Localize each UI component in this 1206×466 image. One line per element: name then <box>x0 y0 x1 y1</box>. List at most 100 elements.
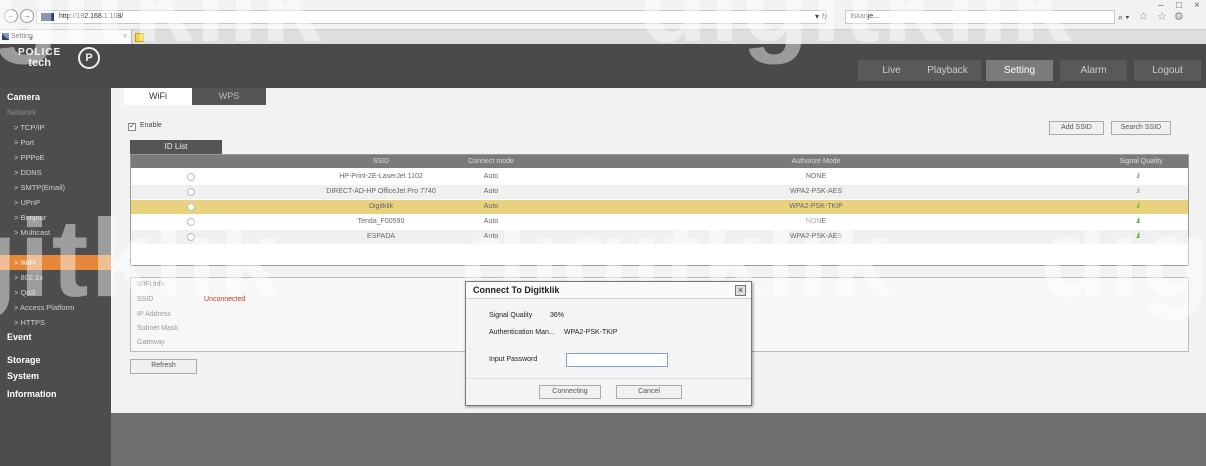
sidebar-item-smtp[interactable]: > SMTP(Email) <box>0 180 111 195</box>
dialog-divider <box>466 378 751 379</box>
sidebar-item-access-platform[interactable]: > Access Platform <box>0 300 111 315</box>
enable-label: Enable <box>140 122 162 129</box>
enable-checkbox[interactable]: ✓ <box>128 123 136 131</box>
refresh-button[interactable]: Refresh <box>130 359 197 374</box>
sidebar-item-storage[interactable]: Storage <box>0 353 111 368</box>
sidebar-item-pppoe[interactable]: > PPPoE <box>0 150 111 165</box>
gear-icon[interactable]: ⚙ <box>1174 10 1184 23</box>
password-label: Input Password <box>489 356 538 363</box>
row-radio[interactable] <box>187 188 195 196</box>
sidebar-item-information[interactable]: Information <box>0 387 111 402</box>
row-radio[interactable] <box>187 203 195 211</box>
status-text: Unconnected <box>204 296 246 303</box>
row-radio[interactable] <box>187 218 195 226</box>
logo: POLICE tech <box>18 48 61 69</box>
address-bar[interactable]: http://192.168.1.108/ <box>36 10 826 24</box>
sidebar-item-system[interactable]: System <box>0 369 111 384</box>
sidebar-item-upnp[interactable]: > UPnP <box>0 195 111 210</box>
sidebar-item-tcpip[interactable]: > TCP/IP <box>0 120 111 135</box>
table-row[interactable]: Digitklik Auto WPA2-PSK-TKIP .ıl <box>131 200 1188 214</box>
cancel-button[interactable]: Cancel <box>616 385 682 399</box>
sidebar-item-wifi[interactable]: > WiFi <box>0 255 111 270</box>
signal-icon: .ıl <box>1136 218 1140 225</box>
signal-icon: .ıl <box>1136 173 1140 180</box>
auth-mode-label: Authentication Man... <box>489 329 555 336</box>
info-ssid-label: SSID <box>137 296 154 303</box>
signal-quality-value: 36% <box>550 312 565 319</box>
row-auth: WPA2-PSK-TKIP <box>789 203 843 210</box>
sidebar-item-event[interactable]: Event <box>0 330 111 345</box>
sidebar-item-8021x[interactable]: > 802.1x <box>0 270 111 285</box>
sidebar-item-ddns[interactable]: > DDNS <box>0 165 111 180</box>
sidebar-item-bonjour[interactable]: > Bonjour <box>0 210 111 225</box>
info-gateway-label: Gateway <box>137 339 165 346</box>
sidebar-item-qos[interactable]: > QoS <box>0 285 111 300</box>
table-row[interactable]: Tenda_F00590 Auto NONE .ıl <box>131 215 1188 229</box>
col-authorize-mode: Authorize Mode <box>791 158 841 165</box>
search-ssid-button[interactable]: Search SSID <box>1111 121 1171 135</box>
tab-wps[interactable]: WPS <box>192 88 266 105</box>
tab-logout[interactable]: Logout <box>1134 60 1201 81</box>
close-icon[interactable]: × <box>1194 0 1200 11</box>
password-input[interactable] <box>566 353 668 367</box>
tab-favicon-icon <box>2 33 9 40</box>
dialog-title: Connect To Digitklik <box>466 282 751 299</box>
maximize-icon[interactable]: □ <box>1176 0 1182 11</box>
wifi-table: SSID Connect mode Authorize Mode Signal … <box>130 154 1189 266</box>
row-mode: Auto <box>483 188 499 195</box>
close-icon[interactable]: × <box>735 285 746 296</box>
wifi-info-title: WiFi Info <box>137 281 165 288</box>
row-auth: WPA2-PSK-AES <box>790 233 842 240</box>
app-header: POLICE tech P Live Playback Setting Alar… <box>0 44 1206 88</box>
new-tab-button[interactable] <box>135 33 144 42</box>
connect-dialog: Connect To Digitklik × Signal Quality 36… <box>465 281 752 406</box>
sidebar-item-camera[interactable]: Camera <box>0 90 111 105</box>
forward-button[interactable]: → <box>20 9 34 23</box>
info-subnet-label: Subnet Mask <box>137 325 178 332</box>
table-row[interactable]: HP-Print-2E-LaserJet 1102 Auto NONE .ıl <box>131 170 1188 184</box>
add-ssid-button[interactable]: Add SSID <box>1049 121 1104 135</box>
search-icon[interactable]: ⌕ ▾ <box>1118 12 1129 23</box>
tab-alarm[interactable]: Alarm <box>1060 60 1127 81</box>
sidebar-item-https[interactable]: > HTTPS <box>0 315 111 330</box>
minimize-icon[interactable]: – <box>1158 0 1164 11</box>
col-connect-mode: Connect mode <box>468 158 514 165</box>
logo-mark-icon: P <box>78 47 100 69</box>
row-auth: NONE <box>805 218 827 225</box>
table-row[interactable]: DIRECT-AD-HP OfficeJet Pro 7740 Auto WPA… <box>131 185 1188 199</box>
sidebar: Camera Network > TCP/IP > Port > PPPoE >… <box>0 88 111 466</box>
browser-tab-strip: Setting × <box>0 30 1206 44</box>
row-radio[interactable] <box>187 173 195 181</box>
search-input[interactable]: Iskanje... <box>845 10 1115 24</box>
site-icon <box>41 13 54 21</box>
tab-wifi[interactable]: WiFi <box>124 88 192 105</box>
tab-playback[interactable]: Playback <box>914 60 981 81</box>
signal-icon: .ıl <box>1136 203 1140 210</box>
back-button[interactable]: ← <box>4 9 18 23</box>
table-header: SSID Connect mode Authorize Mode Signal … <box>131 155 1188 168</box>
info-ip-label: IP Address <box>137 311 171 318</box>
signal-quality-label: Signal Quality <box>489 312 533 319</box>
connect-button[interactable]: Connecting <box>539 385 601 399</box>
browser-tab-title: Setting <box>11 33 33 40</box>
auth-mode-value: WPA2-PSK-TKIP <box>564 329 618 336</box>
star-icon[interactable]: ☆ <box>1157 10 1167 23</box>
row-mode: Auto <box>483 203 499 210</box>
logo-line2: tech <box>28 57 51 69</box>
browser-tab[interactable]: Setting × <box>0 30 132 44</box>
refresh-icon[interactable]: ▾ ↻ <box>815 12 828 21</box>
row-mode: Auto <box>483 233 499 240</box>
address-text: http://192.168.1.108/ <box>59 13 124 20</box>
sidebar-item-network[interactable]: Network <box>0 105 111 120</box>
col-signal-quality: Signal Quality <box>1119 158 1163 165</box>
browser-toolbar: ← → http://192.168.1.108/ ▾ ↻ Iskanje...… <box>0 0 1206 30</box>
tab-id-list[interactable]: ID List <box>130 140 222 154</box>
sidebar-item-multicast[interactable]: > Multicast <box>0 225 111 240</box>
row-radio[interactable] <box>187 233 195 241</box>
tab-setting[interactable]: Setting <box>986 60 1053 81</box>
home-icon[interactable]: ⌂ <box>1140 10 1147 22</box>
sidebar-item-port[interactable]: > Port <box>0 135 111 150</box>
table-row[interactable]: ESPADA Auto WPA2-PSK-AES .ıl <box>131 230 1188 244</box>
tab-close-icon[interactable]: × <box>123 30 127 44</box>
row-auth: WPA2-PSK-AES <box>790 188 842 195</box>
